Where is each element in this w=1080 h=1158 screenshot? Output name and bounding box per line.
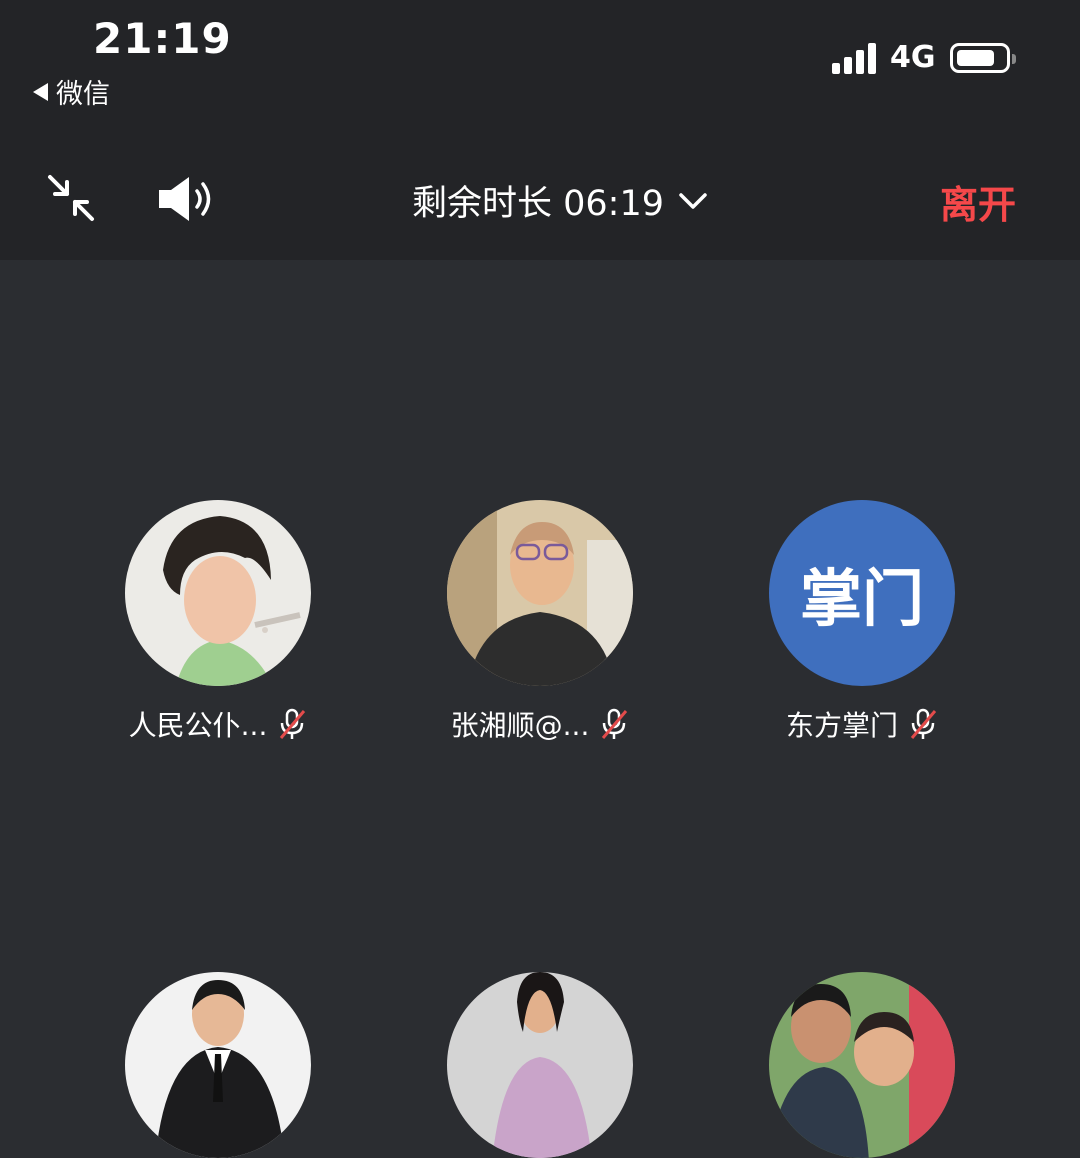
participant-name-row: 张湘顺@... <box>390 704 690 744</box>
participant-tile[interactable]: 张湘顺@... <box>390 500 690 744</box>
chevron-down-icon <box>679 192 707 209</box>
top-bar: 21:19 微信 4G 剩余时长 06:19 离开 <box>0 0 1080 260</box>
avatar <box>447 500 633 686</box>
avatar <box>769 972 955 1158</box>
back-arrow-icon <box>33 82 48 101</box>
minimize-arrows-icon[interactable] <box>46 173 96 223</box>
remaining-time-label: 剩余时长 06:19 <box>412 184 664 224</box>
speaker-icon[interactable] <box>157 175 217 223</box>
participant-name-row: 东方掌门 <box>712 704 1012 744</box>
battery-level <box>956 49 994 66</box>
avatar: 掌门 <box>769 500 955 686</box>
avatar <box>125 972 311 1158</box>
participant-name: 东方掌门 <box>785 709 898 742</box>
participant-tile[interactable]: 掌门 东方掌门 <box>712 500 1012 744</box>
back-app-label: 微信 <box>56 79 110 110</box>
status-time: 21:19 <box>93 14 232 63</box>
participant-tile[interactable]: 人民公仆... <box>68 500 368 744</box>
avatar <box>447 972 633 1158</box>
avatar <box>125 500 311 686</box>
status-indicators: 4G <box>832 40 1016 75</box>
battery-icon <box>949 42 1016 73</box>
participant-tile[interactable] <box>712 972 1012 1158</box>
participant-name-row: 人民公仆... <box>68 704 368 744</box>
leave-button[interactable]: 离开 <box>940 174 1016 229</box>
mic-muted-icon <box>910 708 937 739</box>
participant-tile[interactable] <box>68 972 368 1158</box>
mic-muted-icon <box>280 708 306 739</box>
avatar-text: 掌门 <box>799 562 924 635</box>
network-type: 4G <box>890 40 936 75</box>
back-to-wechat[interactable]: 微信 <box>33 72 110 111</box>
participant-name: 张湘顺@... <box>450 709 590 742</box>
participant-tile[interactable] <box>390 972 690 1158</box>
signal-strength-icon <box>832 42 876 74</box>
mic-muted-icon <box>602 708 628 739</box>
participant-name: 人民公仆... <box>128 709 268 742</box>
remaining-time-button[interactable]: 剩余时长 06:19 <box>412 175 708 226</box>
